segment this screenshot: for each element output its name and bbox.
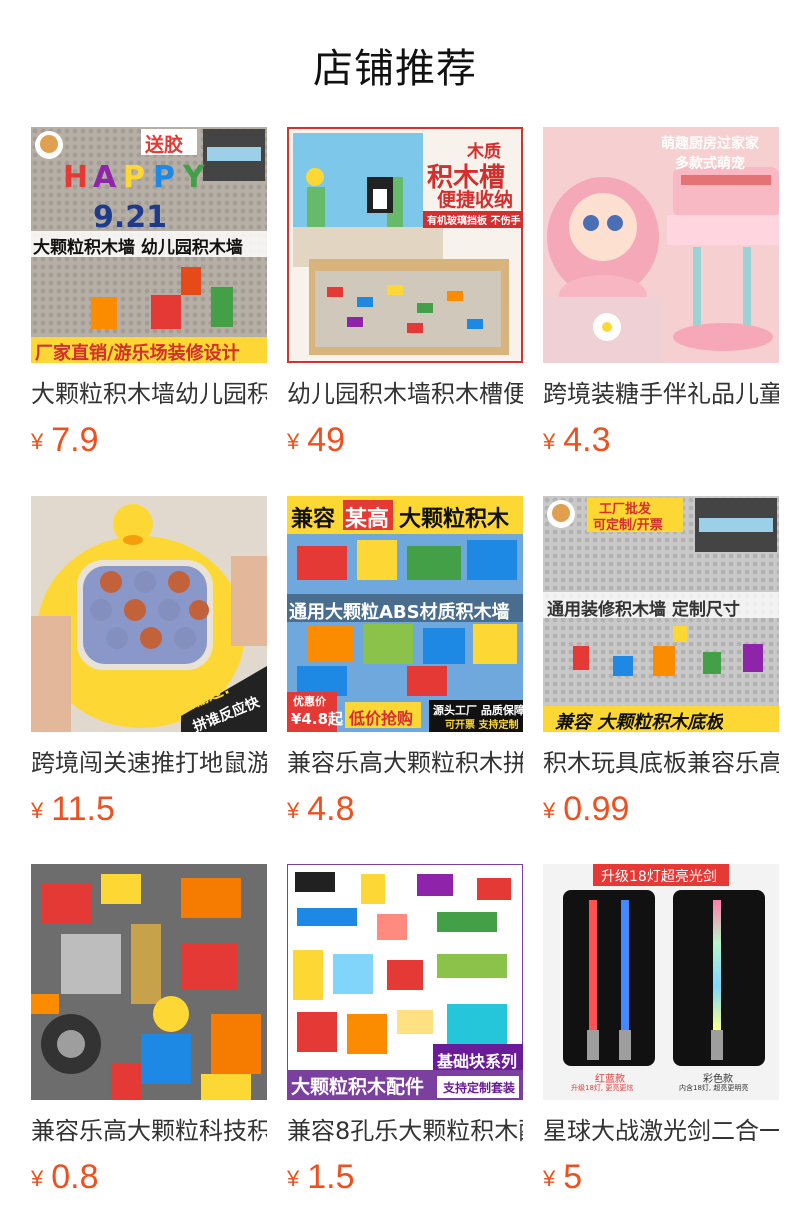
- product-price: ¥49: [287, 421, 523, 461]
- product-name[interactable]: 兼容乐高大颗粒积木拼装: [287, 746, 523, 782]
- svg-text:P: P: [153, 160, 175, 195]
- top-label: 升级18灯超亮光剑: [601, 869, 717, 885]
- svg-text:9.21: 9.21: [93, 200, 167, 235]
- product-price: ¥0.8: [31, 1158, 267, 1198]
- banner-text: 大颗粒积木墙 幼儿园积木墙: [33, 238, 243, 258]
- product-card[interactable]: 木质 积木槽 便捷收纳 有机玻璃挡板 不伤手 幼儿园积木墙积木槽便捷收纳 ¥49: [287, 127, 523, 461]
- currency-symbol: ¥: [543, 1166, 556, 1191]
- product-image[interactable]: [31, 864, 267, 1100]
- product-image[interactable]: 木质 积木槽 便捷收纳 有机玻璃挡板 不伤手: [287, 127, 523, 363]
- currency-symbol: ¥: [31, 429, 44, 454]
- currency-symbol: ¥: [287, 429, 300, 454]
- product-price: ¥11.5: [31, 790, 267, 830]
- product-price: ¥4.3: [543, 421, 779, 461]
- right-variant-note: 内含18灯, 超亮更明亮: [679, 1084, 749, 1092]
- price-value: 4.3: [563, 421, 611, 459]
- product-name[interactable]: 星球大战激光剑二合一伸缩: [543, 1114, 779, 1150]
- product-image[interactable]: 升级18灯超亮光剑 红蓝款 彩色款 升级18灯, 更亮更炫 内含18灯, 超亮更…: [543, 864, 779, 1100]
- product-name[interactable]: 积木玩具底板兼容乐高: [543, 746, 779, 782]
- footer-text: 兼容 大颗粒积木底板: [555, 712, 724, 732]
- product-card[interactable]: 萌趣厨房过家家 多款式萌宠 跨境装糖手伴礼品儿童玩具 ¥4.3: [543, 127, 779, 461]
- banner-text: 大颗粒积木配件: [291, 1076, 425, 1098]
- product-name[interactable]: 大颗粒积木墙幼儿园积木墙: [31, 377, 267, 413]
- invoice-note: 可开票 支持定制: [445, 720, 519, 731]
- currency-symbol: ¥: [287, 798, 300, 823]
- currency-symbol: ¥: [31, 1166, 44, 1191]
- price-value: 0.8: [51, 1158, 99, 1196]
- price-value: 1.5: [307, 1158, 355, 1196]
- product-card[interactable]: HA PP Y 9.21 送胶 大颗粒积木墙 幼儿园积木墙 厂家直销/游乐场装修…: [31, 127, 267, 461]
- series-tag: 基础块系列: [437, 1052, 518, 1071]
- product-image[interactable]: 萌趣厨房过家家 多款式萌宠: [543, 127, 779, 363]
- price-value: 7.9: [51, 421, 99, 459]
- product-price: ¥5: [543, 1158, 779, 1198]
- top-label-a: 兼容: [291, 507, 336, 532]
- price-value: 5: [563, 1158, 583, 1196]
- note-text: 有机玻璃挡板 不伤手: [423, 211, 523, 228]
- product-image[interactable]: 工厂批发 可定制/开票 通用装修积木墙 定制尺寸 兼容 大颗粒积木底板: [543, 496, 779, 732]
- product-card[interactable]: 基础块系列 大颗粒积木配件 支持定制套装 兼容8孔乐大颗粒积木配件 ¥1.5: [287, 864, 523, 1198]
- svg-text:A: A: [93, 160, 117, 195]
- subline-text: 多款式萌宠: [675, 156, 745, 172]
- currency-symbol: ¥: [543, 429, 556, 454]
- footer-text: 厂家直销/游乐场装修设计: [35, 343, 240, 363]
- product-name[interactable]: 幼儿园积木墙积木槽便捷收纳: [287, 377, 523, 413]
- product-image[interactable]: HA PP Y 9.21 送胶 大颗粒积木墙 幼儿园积木墙 厂家直销/游乐场装修…: [31, 127, 267, 363]
- product-image[interactable]: 兼容 某高 大颗粒积木 通用大颗粒ABS材质积木墙 优惠价 ¥4.8起 低价抢购…: [287, 496, 523, 732]
- svg-text:H: H: [63, 160, 88, 195]
- banner-text: 通用装修积木墙 定制尺寸: [547, 600, 740, 620]
- price-value: 11.5: [51, 790, 115, 828]
- product-price: ¥4.8: [287, 790, 523, 830]
- headline-text: 萌趣厨房过家家: [661, 136, 759, 152]
- price-value: 4.8: [307, 790, 355, 828]
- product-image[interactable]: 没输过! 拼谁反应快: [31, 496, 267, 732]
- product-price: ¥0.99: [543, 790, 779, 830]
- svg-text:Y: Y: [182, 160, 206, 195]
- product-card[interactable]: 升级18灯超亮光剑 红蓝款 彩色款 升级18灯, 更亮更炫 内含18灯, 超亮更…: [543, 864, 779, 1198]
- currency-symbol: ¥: [31, 798, 44, 823]
- left-variant-note: 升级18灯, 更亮更炫: [571, 1084, 634, 1092]
- svg-text:P: P: [123, 160, 145, 195]
- product-name[interactable]: 兼容乐高大颗粒科技积木零件: [31, 1114, 267, 1150]
- promo-text: 低价抢购: [349, 709, 414, 728]
- top-label-c: 大颗粒积木: [399, 507, 510, 532]
- currency-symbol: ¥: [543, 798, 556, 823]
- sub-text: 支持定制套装: [443, 1081, 516, 1095]
- top-sublabel: 可定制/开票: [593, 518, 663, 533]
- top-label-b: 某高: [345, 507, 390, 532]
- product-card[interactable]: 工厂批发 可定制/开票 通用装修积木墙 定制尺寸 兼容 大颗粒积木底板 积木玩具…: [543, 496, 779, 830]
- product-card[interactable]: 兼容乐高大颗粒科技积木零件 ¥0.8: [31, 864, 267, 1198]
- promo-label: 优惠价: [293, 695, 326, 708]
- product-price: ¥1.5: [287, 1158, 523, 1198]
- product-card[interactable]: 没输过! 拼谁反应快 跨境闯关速推打地鼠游戏机 ¥11.5: [31, 496, 267, 830]
- product-price: ¥7.9: [31, 421, 267, 461]
- promo-price: ¥4.8起: [291, 710, 344, 728]
- product-name[interactable]: 跨境闯关速推打地鼠游戏机: [31, 746, 267, 782]
- badge-text: 送胶: [145, 134, 184, 156]
- banner-text: 通用大颗粒ABS材质积木墙: [289, 602, 510, 623]
- currency-symbol: ¥: [287, 1166, 300, 1191]
- product-card[interactable]: 兼容 某高 大颗粒积木 通用大颗粒ABS材质积木墙 优惠价 ¥4.8起 低价抢购…: [287, 496, 523, 830]
- price-value: 49: [307, 421, 346, 459]
- price-value: 0.99: [563, 790, 630, 828]
- page-title: 店铺推荐: [313, 46, 477, 92]
- subline-text: 便捷收纳: [437, 189, 514, 211]
- product-image[interactable]: 基础块系列 大颗粒积木配件 支持定制套装: [287, 864, 523, 1100]
- product-name[interactable]: 兼容8孔乐大颗粒积木配件: [287, 1114, 523, 1150]
- product-name[interactable]: 跨境装糖手伴礼品儿童玩具: [543, 377, 779, 413]
